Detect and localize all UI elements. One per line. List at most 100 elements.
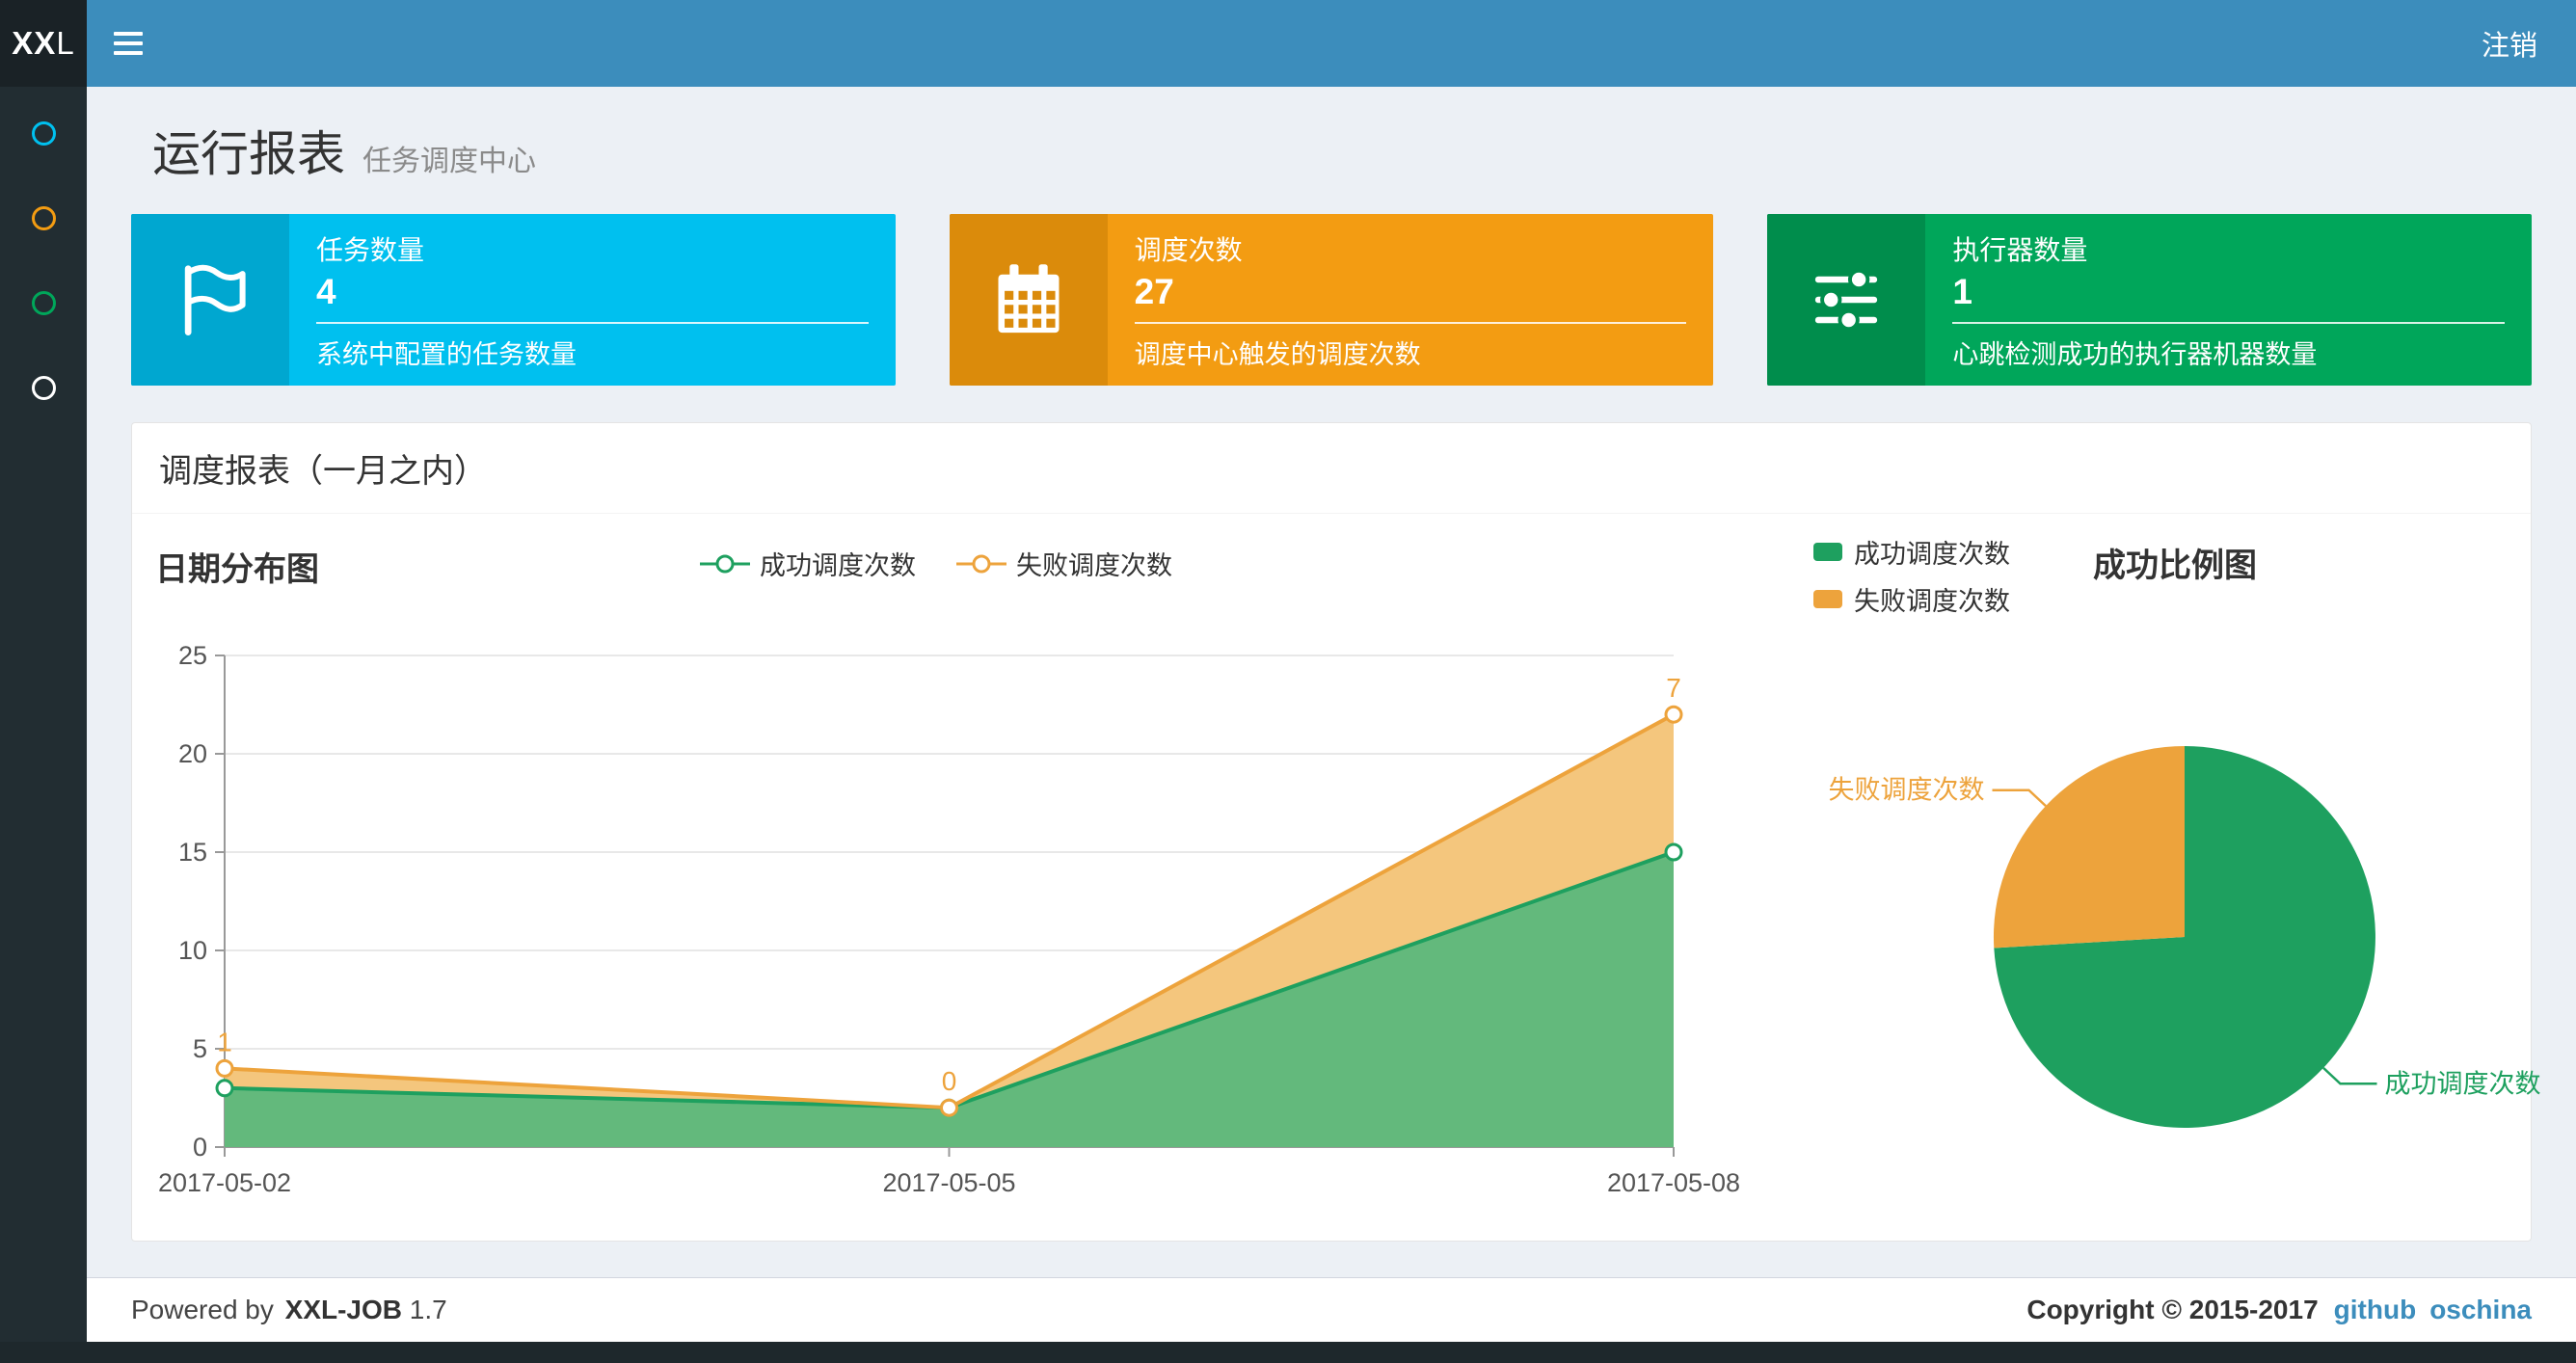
pie-legend-item[interactable]: 成功调度次数 <box>1813 533 2010 571</box>
svg-text:7: 7 <box>1666 673 1681 703</box>
info-box-divider <box>316 322 869 324</box>
circle-icon <box>31 205 56 230</box>
top-navbar: XX L 注销 <box>0 0 2576 87</box>
app-window: XX L 注销 运行报表 任务调度中心 任务数量 4 系统中配置的任务数量 调度… <box>0 0 2576 1363</box>
line-legend-label: 失败调度次数 <box>1016 551 1172 580</box>
svg-text:0: 0 <box>193 1133 207 1162</box>
logo-text-bold: XX <box>12 25 57 61</box>
info-box-value: 4 <box>316 272 336 311</box>
sidebar-item-3[interactable] <box>0 260 87 345</box>
footer: Powered by XXL-JOB 1.7 Copyright © 2015-… <box>87 1277 2576 1342</box>
line-legend-marker <box>956 554 1006 573</box>
svg-text:25: 25 <box>178 641 207 670</box>
footer-link-github[interactable]: github <box>2334 1295 2417 1324</box>
circle-icon <box>31 375 56 400</box>
svg-text:10: 10 <box>178 936 207 965</box>
flag-icon-panel <box>131 214 289 386</box>
pie-chart-legend: 成功调度次数 失败调度次数 <box>1813 533 2010 618</box>
footer-copyright: Copyright © 2015-2017 github oschina <box>2026 1295 2532 1325</box>
content-header: 运行报表 任务调度中心 <box>131 87 2532 185</box>
logout-link[interactable]: 注销 <box>2443 0 2576 87</box>
info-box-value: 1 <box>1952 272 1972 311</box>
info-box-desc: 心跳检测成功的执行器机器数量 <box>1952 340 2318 369</box>
info-box-body: 执行器数量 1 心跳检测成功的执行器机器数量 <box>1925 214 2532 386</box>
brand-text: XXL-JOB <box>284 1295 403 1324</box>
content-wrapper: 运行报表 任务调度中心 任务数量 4 系统中配置的任务数量 调度次数 27 调度… <box>87 87 2576 1342</box>
svg-text:15: 15 <box>178 838 207 867</box>
line-chart-section: 日期分布图 成功调度次数 失败调度次数 0 5 10 15 20 25 2017-05-02… <box>155 514 1740 1200</box>
app-logo[interactable]: XX L <box>0 0 87 87</box>
powered-by-text: Powered by <box>131 1295 274 1324</box>
sliders-icon-panel <box>1767 214 1926 386</box>
bottom-strip <box>0 1342 2576 1363</box>
pie-legend-label: 成功调度次数 <box>1854 540 2010 569</box>
pie-legend-swatch <box>1813 590 1842 608</box>
main-area: 运行报表 任务调度中心 任务数量 4 系统中配置的任务数量 调度次数 27 调度… <box>0 87 2576 1342</box>
svg-text:0: 0 <box>942 1066 957 1096</box>
circle-icon <box>31 290 56 315</box>
footer-link-oschina[interactable]: oschina <box>2429 1295 2532 1324</box>
pie-chart-header: 成功调度次数 失败调度次数 成功比例图 <box>1746 514 2508 616</box>
navbar-spacer <box>170 0 2443 87</box>
info-box-title: 任务数量 <box>316 235 425 265</box>
flag-icon <box>184 264 246 335</box>
info-box-desc: 系统中配置的任务数量 <box>316 340 577 369</box>
line-chart-header: 日期分布图 成功调度次数 失败调度次数 <box>155 514 1717 602</box>
info-box-title: 调度次数 <box>1134 235 1243 265</box>
page-title: 运行报表 任务调度中心 <box>152 116 2532 185</box>
svg-text:失败调度次数: 失败调度次数 <box>1829 776 1985 805</box>
pie-chart-title: 成功比例图 <box>2093 548 2257 584</box>
logo-text-light: L <box>56 25 75 61</box>
info-box-executors: 执行器数量 1 心跳检测成功的执行器机器数量 <box>1767 214 2533 386</box>
svg-text:2017-05-08: 2017-05-08 <box>1607 1168 1740 1197</box>
sidebar <box>0 87 87 1342</box>
svg-text:20: 20 <box>178 739 207 768</box>
panel-title: 调度报表（一月之内） <box>132 423 2531 514</box>
version-text: 1.7 <box>409 1295 447 1324</box>
page-content: 运行报表 任务调度中心 任务数量 4 系统中配置的任务数量 调度次数 27 调度… <box>87 87 2576 1277</box>
report-panel: 调度报表（一月之内） 日期分布图 成功调度次数 失败调度次数 0 5 10 15 20 2… <box>131 422 2541 1242</box>
sidebar-item-1[interactable] <box>0 91 87 175</box>
pie-legend-item[interactable]: 失败调度次数 <box>1813 580 2010 618</box>
hamburger-icon <box>114 32 143 55</box>
line-legend-marker <box>700 554 750 573</box>
svg-text:5: 5 <box>193 1034 207 1063</box>
sliders-icon <box>1815 268 1878 332</box>
line-legend-item[interactable]: 失败调度次数 <box>956 545 1172 582</box>
info-box-tasks: 任务数量 4 系统中配置的任务数量 <box>131 214 896 386</box>
svg-text:成功调度次数: 成功调度次数 <box>2385 1069 2541 1098</box>
line-legend-item[interactable]: 成功调度次数 <box>700 545 916 582</box>
info-box-divider <box>1952 322 2506 324</box>
pie-chart-svg: 成功调度次数 失败调度次数 <box>1829 746 2541 1128</box>
calendar-icon-panel <box>949 214 1108 386</box>
info-boxes-row: 任务数量 4 系统中配置的任务数量 调度次数 27 调度中心触发的调度次数 执行… <box>131 214 2533 386</box>
pie-chart-section: 成功调度次数 失败调度次数 成功比例图 成功调度次数 失败调度次数 <box>1746 514 2541 1200</box>
line-chart[interactable]: 0 5 10 15 20 25 2017-05-02 2017-05-05 2017-05-08… <box>155 602 1740 1200</box>
pie-legend-label: 失败调度次数 <box>1854 587 2010 616</box>
circle-icon <box>31 120 56 146</box>
pie-legend-swatch <box>1813 543 1842 561</box>
line-chart-svg: 05101520252017-05-02 2017-05-05 2017-05-08… <box>158 641 1740 1197</box>
sidebar-item-2[interactable] <box>0 175 87 260</box>
svg-text:2017-05-02: 2017-05-02 <box>158 1168 291 1197</box>
panel-body: 日期分布图 成功调度次数 失败调度次数 0 5 10 15 20 25 2017-05-02… <box>132 514 2541 1241</box>
info-box-value: 27 <box>1134 272 1174 311</box>
info-box-triggers: 调度次数 27 调度中心触发的调度次数 <box>949 214 1714 386</box>
footer-links: github oschina <box>2334 1295 2532 1325</box>
sidebar-toggle-button[interactable] <box>87 0 170 87</box>
line-chart-legend: 成功调度次数 失败调度次数 <box>700 545 1172 582</box>
sidebar-item-4[interactable] <box>0 345 87 430</box>
line-legend-label: 成功调度次数 <box>760 551 916 580</box>
line-chart-title: 日期分布图 <box>155 551 319 588</box>
footer-powered-by: Powered by XXL-JOB 1.7 <box>131 1295 451 1325</box>
page-subtitle: 任务调度中心 <box>362 146 536 177</box>
svg-text:1: 1 <box>217 1027 232 1056</box>
pie-chart[interactable]: 成功调度次数 失败调度次数 <box>1746 602 2541 1200</box>
svg-text:2017-05-05: 2017-05-05 <box>882 1168 1015 1197</box>
info-box-divider <box>1134 322 1687 324</box>
info-box-body: 调度次数 27 调度中心触发的调度次数 <box>1108 214 1714 386</box>
info-box-title: 执行器数量 <box>1952 235 2088 265</box>
info-box-body: 任务数量 4 系统中配置的任务数量 <box>289 214 896 386</box>
copyright-text: Copyright © 2015-2017 <box>2026 1295 2319 1324</box>
info-box-desc: 调度中心触发的调度次数 <box>1134 340 1421 369</box>
